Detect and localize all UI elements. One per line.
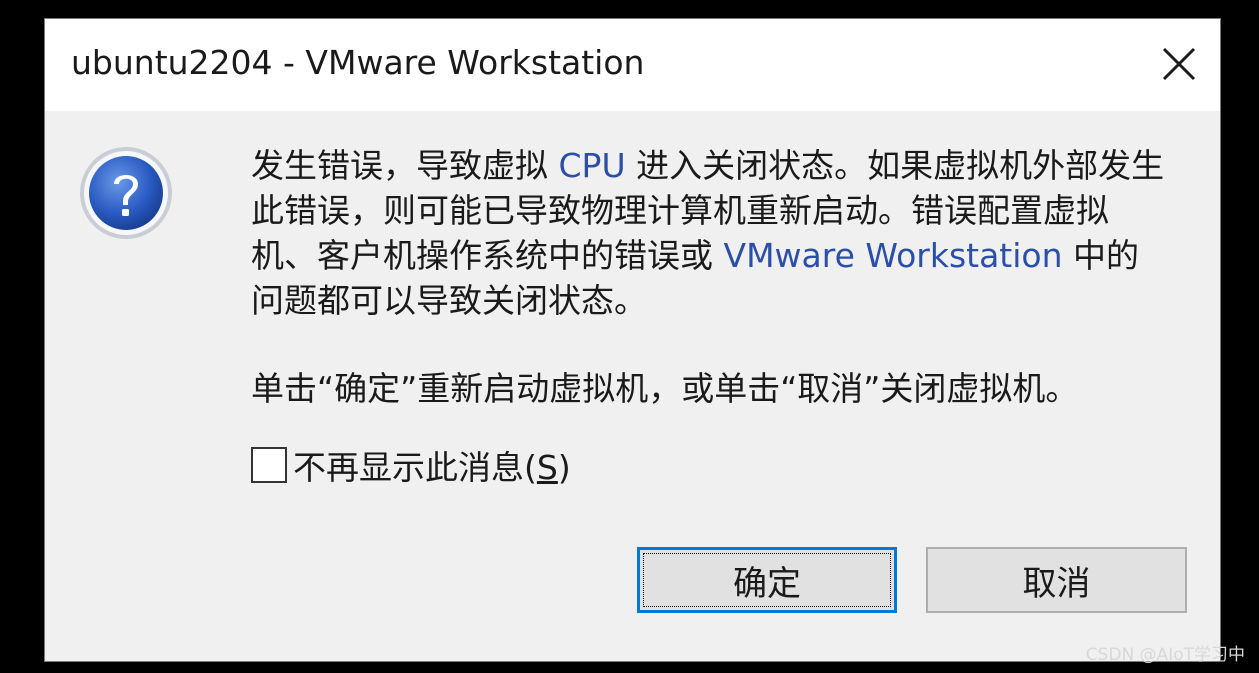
cancel-button[interactable]: 取消	[926, 547, 1187, 613]
title-bar: ubuntu2204 - VMware Workstation	[45, 19, 1220, 111]
watermark: CSDN @AIoT学习中	[1085, 645, 1245, 665]
checkbox-label: 不再显示此消息(S)	[293, 441, 571, 489]
close-icon	[1162, 47, 1196, 81]
window-title: ubuntu2204 - VMware Workstation	[71, 43, 645, 82]
message-text-1: 发生错误，导致虚拟	[251, 146, 559, 185]
checkbox-label-prefix: 不再显示此消息(	[293, 448, 537, 487]
checkbox-box[interactable]	[251, 447, 287, 483]
instruction-text: 单击“确定”重新启动虚拟机，或单击“取消”关闭虚拟机。	[251, 369, 1079, 408]
close-button[interactable]	[1156, 41, 1202, 87]
checkbox-label-accelerator: S	[536, 448, 558, 487]
cancel-button-label: 取消	[1022, 563, 1091, 604]
checkbox-label-suffix: )	[557, 448, 571, 487]
dont-show-again-checkbox[interactable]: 不再显示此消息(S)	[251, 443, 571, 487]
vmware-error-dialog: ubuntu2204 - VMware Workstation 发生错误，导致虚…	[44, 18, 1221, 662]
message-text-product: VMware Workstation	[723, 236, 1063, 275]
error-message: 发生错误，导致虚拟 CPU 进入关闭状态。如果虚拟机外部发生此错误，则可能已导致…	[251, 143, 1171, 323]
question-icon	[77, 144, 175, 242]
message-text-cpu: CPU	[558, 146, 626, 185]
focus-ring	[643, 553, 891, 607]
ok-button[interactable]: 确定	[637, 547, 897, 613]
